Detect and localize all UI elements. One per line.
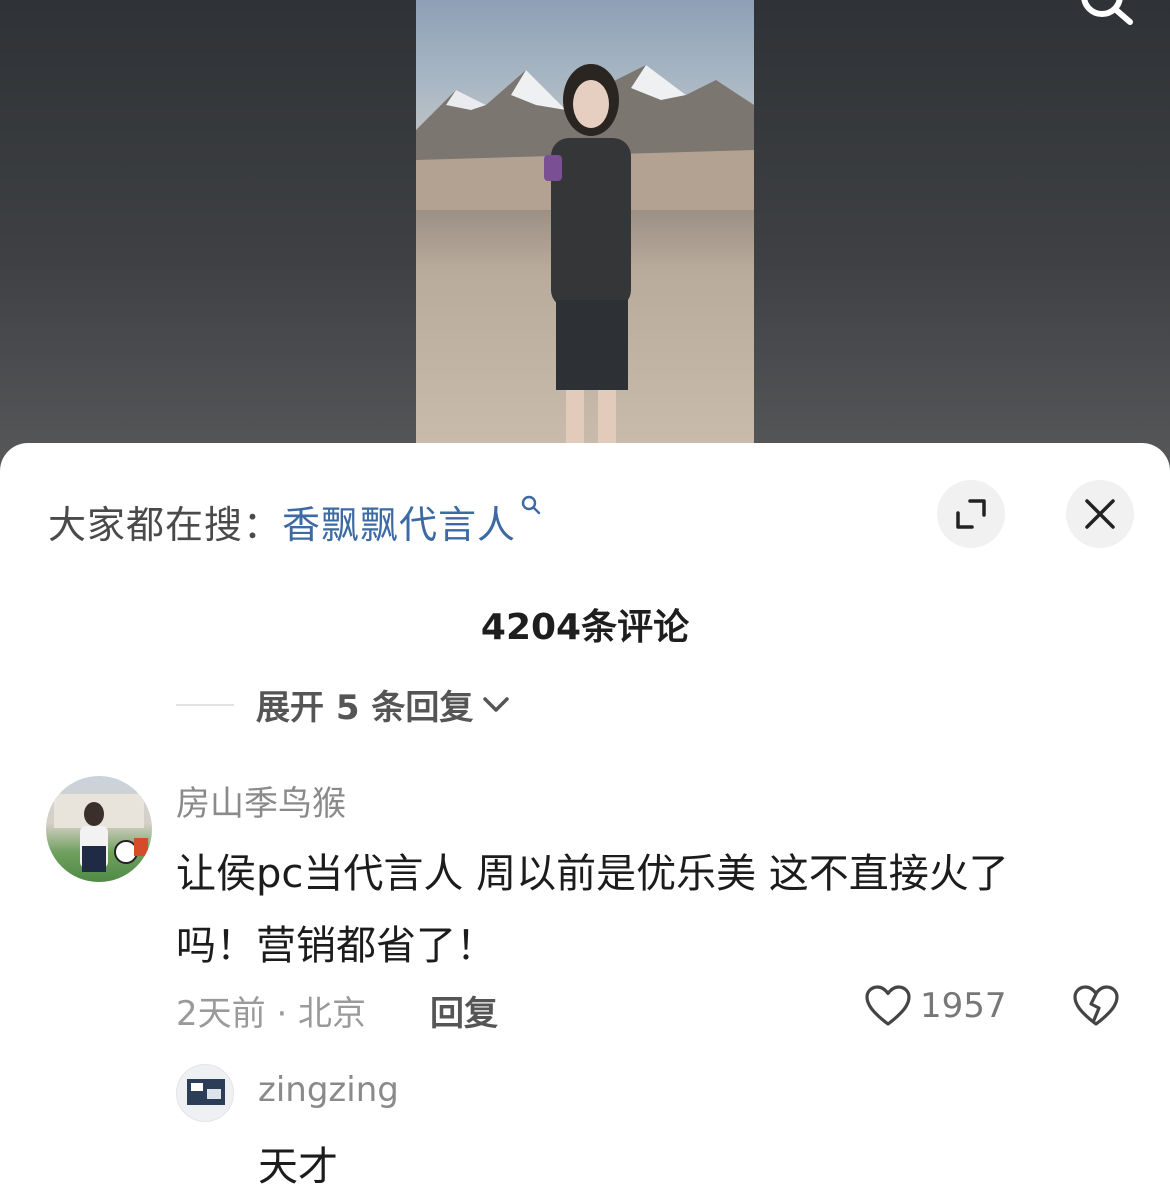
trending-search-prefix: 大家都在搜： (48, 503, 283, 547)
close-button[interactable] (1066, 480, 1134, 548)
comment-username[interactable]: 房山季鸟猴 (176, 776, 346, 825)
expand-replies-button[interactable]: 展开 5 条回复 (176, 680, 511, 729)
search-icon (521, 495, 541, 515)
divider (176, 703, 234, 706)
search-icon[interactable] (1076, 0, 1136, 30)
expand-replies-label: 展开 5 条回复 (256, 688, 474, 728)
close-icon (1085, 499, 1115, 529)
heart-icon (865, 985, 911, 1026)
reply-avatar[interactable] (176, 1064, 234, 1122)
video-thumbnail[interactable] (416, 0, 754, 452)
reply-text: 天才 (258, 1144, 338, 1190)
chevron-down-icon (483, 696, 510, 712)
like-button[interactable]: 1957 (864, 984, 1007, 1028)
trending-search[interactable]: 大家都在搜：香飘飘代言人 (48, 494, 542, 549)
comment-time-location: 2天前 · 北京 (176, 994, 367, 1034)
comment-text: 让侯pc当代言人 周以前是优乐美 这不直接火了吗！营销都省了！ (176, 851, 1009, 969)
broken-heart-icon (1073, 985, 1119, 1026)
trending-search-term[interactable]: 香飘飘代言人 (282, 503, 516, 547)
reply-button[interactable]: 回复 (430, 986, 498, 1035)
video-background[interactable] (0, 0, 1170, 470)
person-figure (544, 64, 631, 452)
reply-username[interactable]: zingzing (258, 1070, 399, 1110)
reply-avatar-image (187, 1079, 225, 1105)
expand-icon (956, 499, 986, 529)
comment-count-title: 4204条评论 (480, 607, 690, 648)
dislike-button[interactable] (1072, 984, 1120, 1032)
expand-button[interactable] (937, 480, 1005, 548)
avatar-photo (54, 794, 148, 872)
like-count: 1957 (920, 986, 1007, 1026)
avatar[interactable] (46, 776, 152, 882)
